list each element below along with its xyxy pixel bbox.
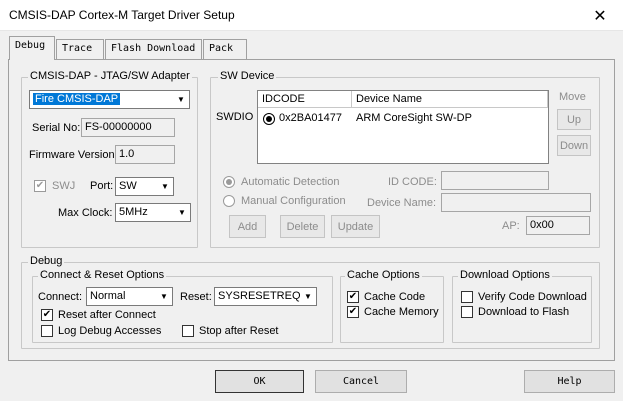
max-clock-select[interactable]: 5MHz ▼: [115, 203, 191, 222]
id-code-field[interactable]: [441, 171, 549, 190]
download-to-flash-checkbox[interactable]: [461, 306, 473, 318]
ok-button[interactable]: OK: [215, 370, 304, 393]
max-clock-select-value: 5MHz: [119, 206, 148, 218]
stop-after-reset-checkbox[interactable]: [182, 325, 194, 337]
reset-select[interactable]: SYSRESETREQ ▼: [214, 287, 317, 306]
cache-code-checkbox[interactable]: ✔: [347, 291, 359, 303]
delete-button[interactable]: Delete: [280, 215, 325, 238]
sw-device-legend: SW Device: [218, 70, 277, 82]
cache-memory-checkbox[interactable]: ✔: [347, 306, 359, 318]
download-to-flash-label: Download to Flash: [478, 306, 570, 318]
auto-detect-radio[interactable]: [223, 176, 235, 188]
tab-trace[interactable]: Trace: [56, 39, 104, 59]
cancel-button[interactable]: Cancel: [315, 370, 407, 393]
verify-download-checkbox[interactable]: [461, 291, 473, 303]
port-select-value: SW: [119, 180, 137, 192]
id-code-label: ID CODE:: [388, 176, 437, 188]
device-name-label: Device Name:: [367, 197, 437, 209]
firmware-field: 1.0: [115, 145, 175, 164]
reset-label: Reset:: [180, 291, 212, 303]
download-options-legend: Download Options: [458, 269, 552, 281]
reset-after-connect-checkbox[interactable]: ✔: [41, 309, 53, 321]
list-item[interactable]: 0x2BA01477 ARM CoreSight SW-DP: [258, 110, 548, 128]
col-header-device-name[interactable]: Device Name: [352, 91, 548, 108]
cache-code-label: Cache Code: [364, 291, 426, 303]
verify-download-label: Verify Code Download: [478, 291, 587, 303]
ap-label: AP:: [502, 220, 520, 232]
device-name-field[interactable]: [441, 193, 591, 212]
tab-flash-download[interactable]: Flash Download: [105, 39, 202, 59]
auto-detect-label: Automatic Detection: [241, 176, 340, 188]
chevron-down-icon[interactable]: ▼: [173, 91, 189, 108]
row-device-name: ARM CoreSight SW-DP: [356, 112, 472, 124]
chevron-down-icon[interactable]: ▼: [300, 288, 316, 305]
connect-label: Connect:: [38, 291, 83, 303]
chevron-down-icon[interactable]: ▼: [174, 204, 190, 221]
log-debug-accesses-label: Log Debug Accesses: [58, 325, 162, 337]
move-down-button[interactable]: Down: [557, 135, 591, 156]
log-debug-accesses-checkbox[interactable]: [41, 325, 53, 337]
adapter-group-legend: CMSIS-DAP - JTAG/SW Adapter: [28, 70, 192, 82]
manual-config-radio[interactable]: [223, 195, 235, 207]
debug-group-legend: Debug: [28, 255, 65, 267]
col-header-idcode[interactable]: IDCODE: [258, 91, 352, 108]
serial-no-label: Serial No:: [32, 122, 81, 134]
help-button[interactable]: Help: [524, 370, 615, 393]
title-bar: CMSIS-DAP Cortex-M Target Driver Setup ✕: [0, 0, 623, 31]
reset-select-value: SYSRESETREQ: [218, 290, 301, 302]
add-button[interactable]: Add: [229, 215, 266, 238]
connect-select-value: Normal: [90, 290, 126, 302]
swj-label: SWJ: [52, 180, 76, 192]
adapter-select-value: Fire CMSIS-DAP: [33, 93, 121, 105]
port-select[interactable]: SW ▼: [115, 177, 174, 196]
sw-device-list[interactable]: IDCODE Device Name 0x2BA01477 ARM CoreSi…: [257, 90, 549, 164]
swj-checkbox[interactable]: ✔: [34, 180, 46, 192]
close-icon[interactable]: ✕: [577, 0, 623, 31]
cache-memory-label: Cache Memory: [364, 306, 439, 318]
target-radio-icon: [263, 113, 275, 125]
serial-no-field: FS-00000000: [81, 118, 175, 137]
cache-options-legend: Cache Options: [345, 269, 422, 281]
chevron-down-icon[interactable]: ▼: [156, 288, 172, 305]
swdio-label: SWDIO: [216, 111, 254, 123]
chevron-down-icon[interactable]: ▼: [157, 178, 173, 195]
tab-debug[interactable]: Debug: [9, 36, 55, 60]
ap-field[interactable]: 0x00: [526, 216, 590, 235]
connect-select[interactable]: Normal ▼: [86, 287, 173, 306]
connect-reset-legend: Connect & Reset Options: [38, 269, 167, 281]
stop-after-reset-label: Stop after Reset: [199, 325, 279, 337]
window-title: CMSIS-DAP Cortex-M Target Driver Setup: [9, 8, 235, 22]
firmware-label: Firmware Version:: [29, 149, 118, 161]
tab-pack[interactable]: Pack: [203, 39, 247, 59]
move-up-button[interactable]: Up: [557, 109, 591, 130]
move-label: Move: [559, 91, 586, 103]
port-label: Port:: [90, 180, 114, 192]
manual-config-label: Manual Configuration: [241, 195, 346, 207]
row-idcode: 0x2BA01477: [279, 112, 342, 124]
reset-after-connect-label: Reset after Connect: [58, 309, 156, 321]
max-clock-label: Max Clock:: [58, 207, 113, 219]
adapter-select[interactable]: Fire CMSIS-DAP ▼: [29, 90, 190, 109]
update-button[interactable]: Update: [331, 215, 380, 238]
